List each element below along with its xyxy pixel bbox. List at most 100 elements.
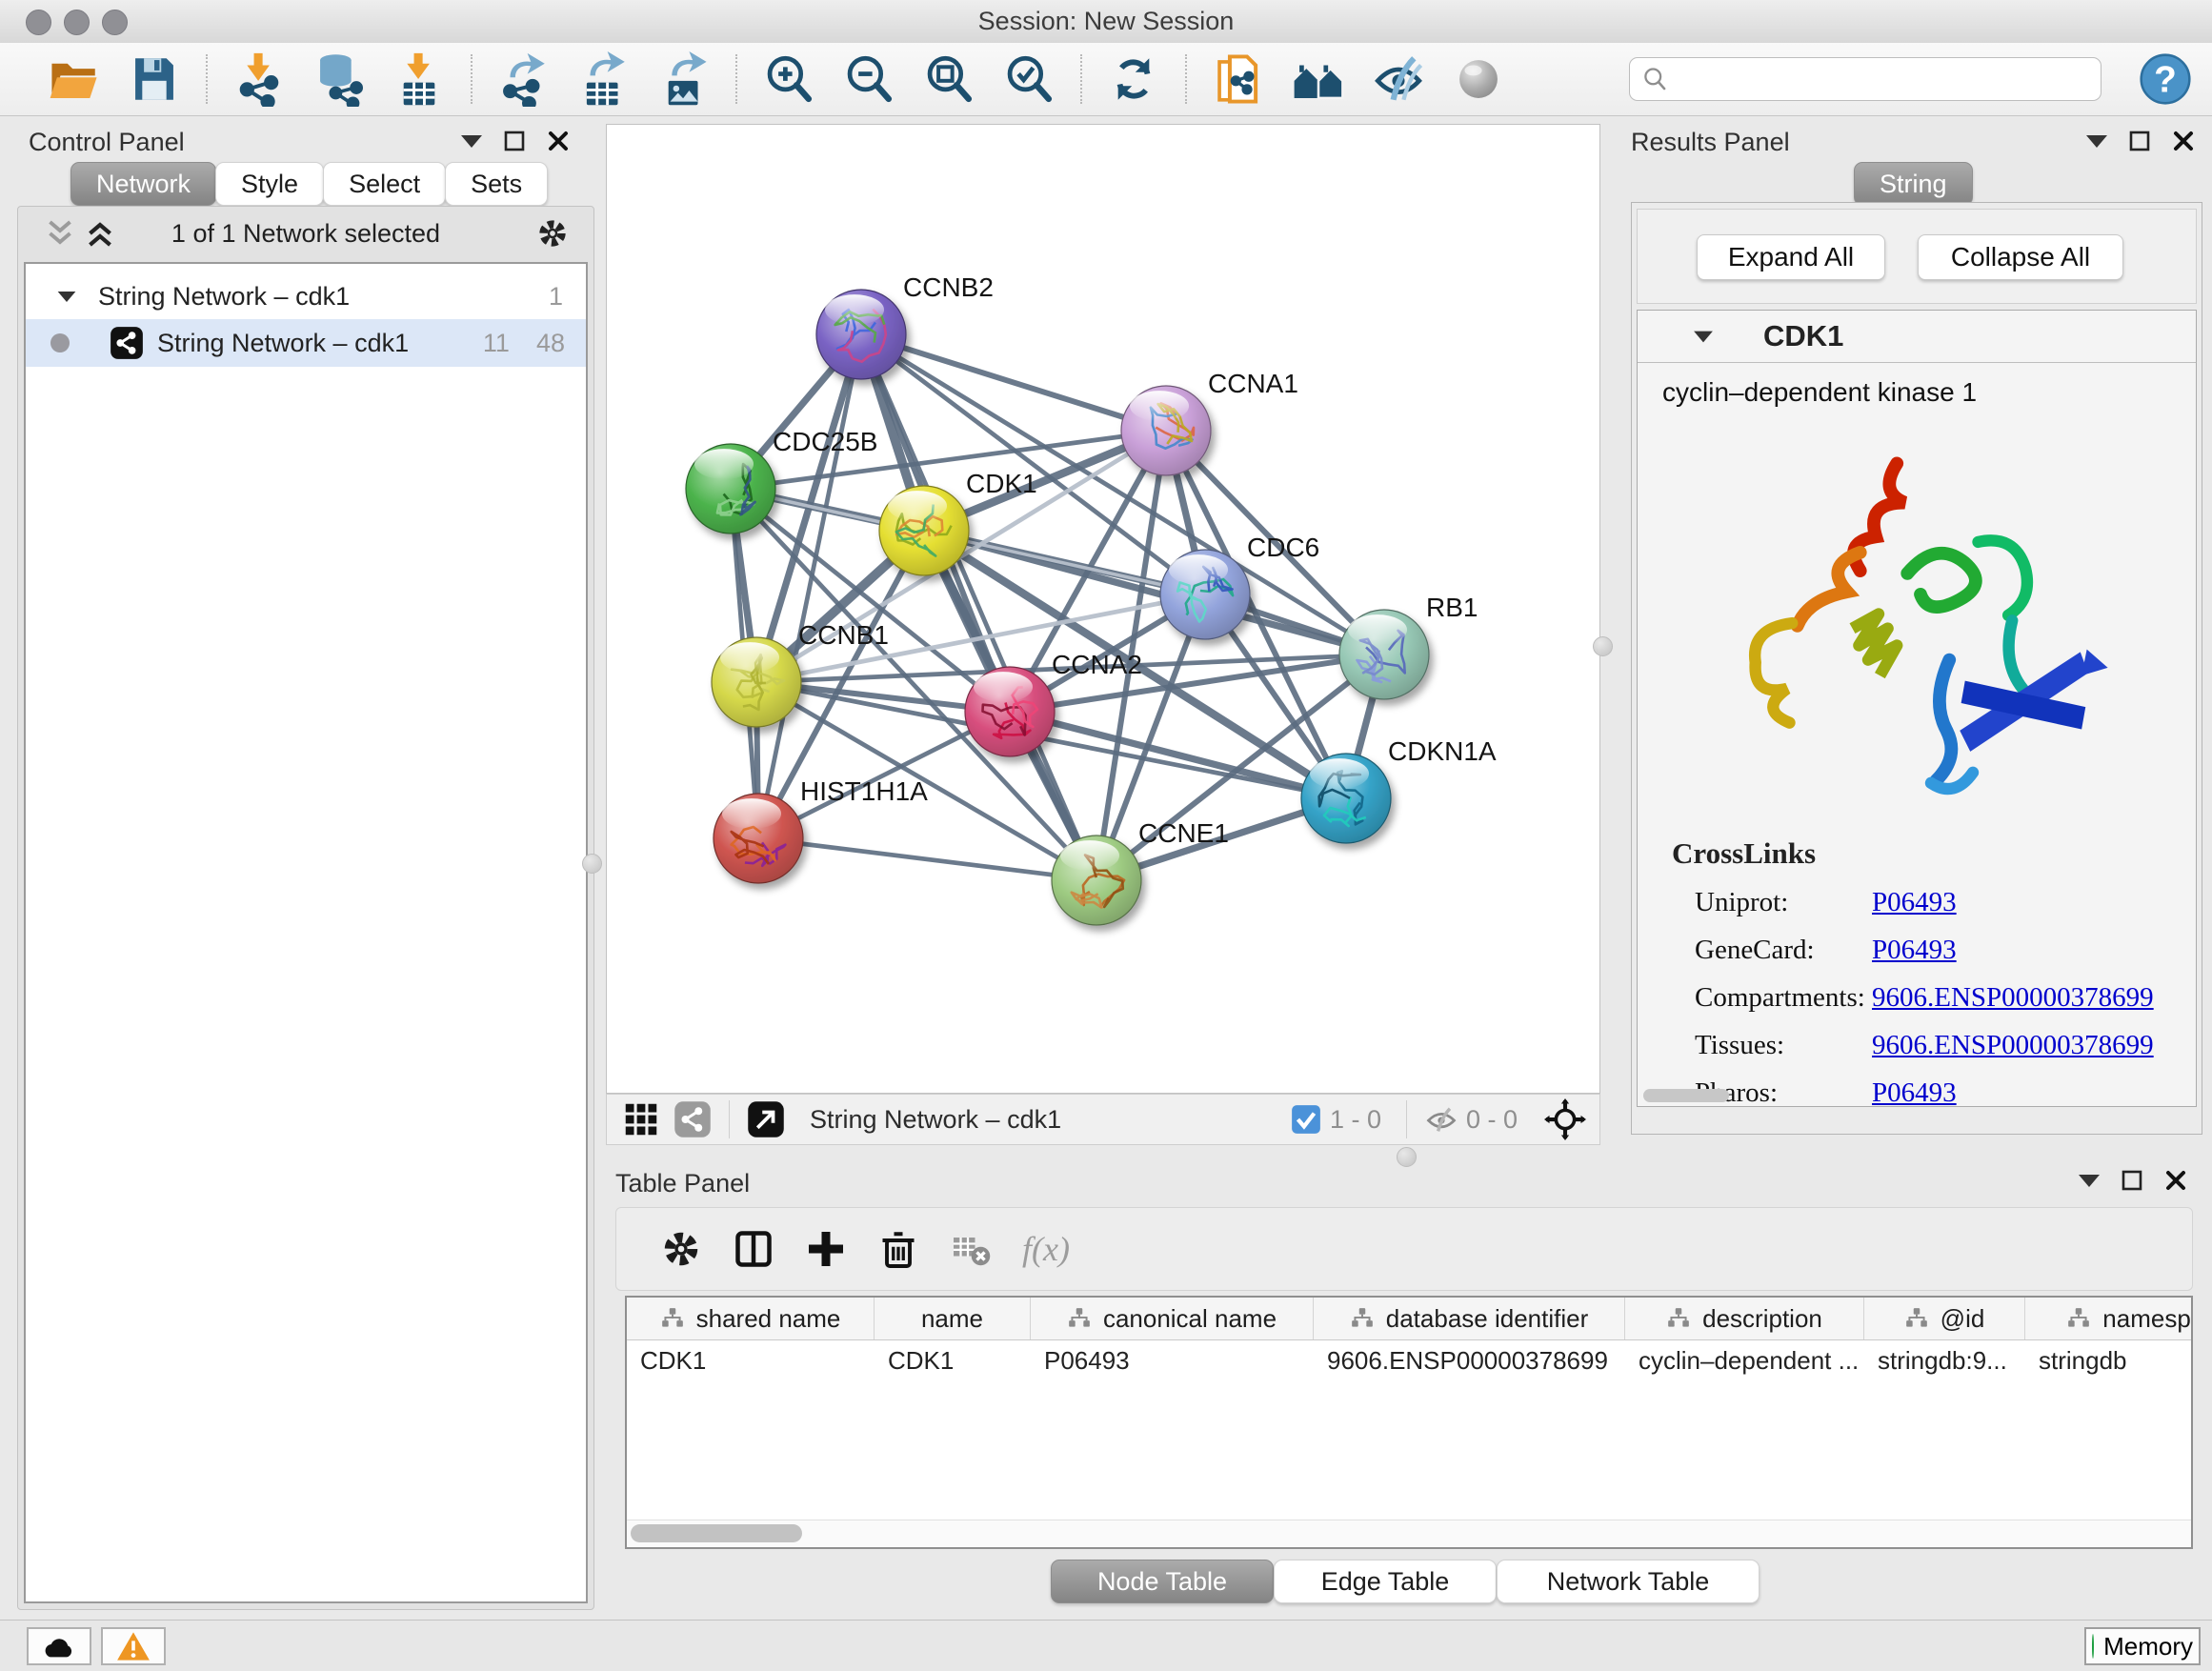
delete-columns-button[interactable] <box>875 1226 921 1272</box>
create-column-button[interactable] <box>803 1226 849 1272</box>
expand-all-button[interactable]: Expand All <box>1697 234 1885 280</box>
show-grid-button[interactable] <box>622 1100 660 1138</box>
panel-close-button[interactable] <box>2164 1169 2187 1192</box>
export-image-button[interactable] <box>656 51 712 107</box>
panel-menu-button[interactable] <box>2086 135 2107 148</box>
save-session-button[interactable] <box>127 51 182 107</box>
open-session-button[interactable] <box>47 51 102 107</box>
crosslink-link[interactable]: 9606.ENSP00000378699 <box>1872 982 2154 1014</box>
show-columns-button[interactable] <box>731 1226 776 1272</box>
network-node-cdc6[interactable] <box>1160 550 1250 639</box>
network-node-cdkn1a[interactable] <box>1301 754 1391 843</box>
results-scrollbar-thumb[interactable] <box>1643 1089 1729 1102</box>
column-header--id[interactable]: @id <box>1864 1298 2025 1339</box>
memory-button[interactable]: Memory <box>2084 1627 2201 1665</box>
network-node-ccnb1[interactable] <box>712 637 801 727</box>
network-edge[interactable] <box>758 838 1096 880</box>
tab-select[interactable]: Select <box>323 162 446 206</box>
horizontal-splitter-handle[interactable] <box>1397 1147 1417 1167</box>
collection-expand-icon[interactable] <box>58 291 76 301</box>
column-header-namespace[interactable]: namespace <box>2025 1298 2193 1339</box>
show-eye-button[interactable] <box>1451 51 1506 107</box>
network-canvas[interactable]: CCNB2CCNA1CDC25BCDK1CDC6RB1CCNB1CCNA2CDK… <box>606 124 1600 1094</box>
tab-edge-table[interactable]: Edge Table <box>1274 1560 1497 1603</box>
result-entry-header[interactable]: CDK1 <box>1638 311 2196 363</box>
left-splitter-handle[interactable] <box>582 854 602 874</box>
help-button[interactable]: ? <box>2140 53 2191 105</box>
column-header-shared-name[interactable]: shared name <box>627 1298 875 1339</box>
network-node-cdk1[interactable] <box>879 486 969 575</box>
table-cell[interactable]: cyclin–dependent ... <box>1625 1346 1864 1376</box>
warnings-button[interactable] <box>101 1627 166 1665</box>
panel-float-button[interactable] <box>503 130 526 152</box>
table-cell[interactable]: CDK1 <box>627 1346 875 1376</box>
network-thumbnail-button[interactable] <box>674 1100 712 1138</box>
hidden-eye-icon[interactable] <box>1424 1102 1458 1137</box>
function-builder-button[interactable]: f(x) <box>1022 1229 1070 1269</box>
right-splitter-handle[interactable] <box>1593 636 1613 656</box>
column-header-canonical-name[interactable]: canonical name <box>1031 1298 1314 1339</box>
panel-menu-button[interactable] <box>461 135 482 148</box>
entry-collapse-icon[interactable] <box>1694 331 1713 342</box>
refresh-layout-button[interactable] <box>1106 51 1161 107</box>
table-row[interactable]: CDK1CDK1P064939606.ENSP00000378699cyclin… <box>627 1340 2191 1380</box>
zoom-in-button[interactable] <box>761 51 816 107</box>
tab-style[interactable]: Style <box>215 162 324 206</box>
table-horizontal-scrollbar[interactable] <box>627 1520 2191 1547</box>
panel-float-button[interactable] <box>2121 1169 2143 1192</box>
tab-sets[interactable]: Sets <box>445 162 548 206</box>
table-cell[interactable]: 9606.ENSP00000378699 <box>1314 1346 1625 1376</box>
selected-checkbox-icon[interactable] <box>1290 1103 1322 1136</box>
tab-network-table[interactable]: Network Table <box>1497 1560 1760 1603</box>
network-node-ccne1[interactable] <box>1052 836 1141 925</box>
table-cell[interactable]: P06493 <box>1031 1346 1314 1376</box>
column-header-name[interactable]: name <box>875 1298 1031 1339</box>
network-edge[interactable] <box>861 334 1166 431</box>
network-node-cdc25b[interactable] <box>686 444 775 534</box>
table-options-button[interactable] <box>658 1226 704 1272</box>
crosslink-link[interactable]: P06493 <box>1872 887 1957 918</box>
network-node-hist1h1a[interactable] <box>714 794 803 883</box>
delete-table-button[interactable] <box>948 1226 994 1272</box>
zoom-out-button[interactable] <box>841 51 896 107</box>
table-cell[interactable]: CDK1 <box>875 1346 1031 1376</box>
network-collection-row[interactable]: String Network – cdk1 1 <box>26 273 586 319</box>
table-cell[interactable]: stringdb <box>2025 1346 2193 1376</box>
crosslink-link[interactable]: P06493 <box>1872 1077 1957 1107</box>
network-row[interactable]: String Network – cdk1 11 48 <box>26 319 586 367</box>
import-database-button[interactable] <box>312 51 367 107</box>
network-node-rb1[interactable] <box>1339 610 1429 699</box>
import-table-button[interactable] <box>392 51 447 107</box>
cloud-status-button[interactable] <box>27 1627 91 1665</box>
hide-unhide-button[interactable] <box>1371 51 1426 107</box>
collapse-all-button[interactable]: Collapse All <box>1918 234 2123 280</box>
open-view-in-window-button[interactable] <box>747 1100 785 1138</box>
network-node-ccnb2[interactable] <box>816 290 906 379</box>
tab-node-table[interactable]: Node Table <box>1051 1560 1274 1603</box>
network-options-button[interactable] <box>534 215 571 252</box>
panel-menu-button[interactable] <box>2079 1175 2100 1187</box>
zoom-fit-button[interactable] <box>921 51 976 107</box>
tab-network[interactable]: Network <box>70 162 216 206</box>
scrollbar-thumb[interactable] <box>631 1524 802 1542</box>
network-node-ccna1[interactable] <box>1121 386 1211 475</box>
network-node-ccna2[interactable] <box>965 667 1055 756</box>
tab-string-results[interactable]: String <box>1854 162 1973 206</box>
fit-selected-button[interactable] <box>1544 1098 1586 1140</box>
table-cell[interactable]: stringdb:9... <box>1864 1346 2025 1376</box>
panel-close-button[interactable] <box>2172 130 2195 152</box>
network-edge[interactable] <box>758 334 861 838</box>
export-table-button[interactable] <box>576 51 632 107</box>
network-from-file-button[interactable] <box>1211 51 1266 107</box>
panel-float-button[interactable] <box>2128 130 2151 152</box>
zoom-selected-button[interactable] <box>1001 51 1056 107</box>
export-network-button[interactable] <box>496 51 552 107</box>
import-network-button[interactable] <box>231 51 287 107</box>
panel-close-button[interactable] <box>547 130 570 152</box>
column-header-database-identifier[interactable]: database identifier <box>1314 1298 1625 1339</box>
search-input[interactable] <box>1668 64 2101 95</box>
crosslink-link[interactable]: 9606.ENSP00000378699 <box>1872 1030 2154 1061</box>
crosslink-link[interactable]: P06493 <box>1872 935 1957 966</box>
column-header-description[interactable]: description <box>1625 1298 1864 1339</box>
home-networks-button[interactable] <box>1291 51 1346 107</box>
